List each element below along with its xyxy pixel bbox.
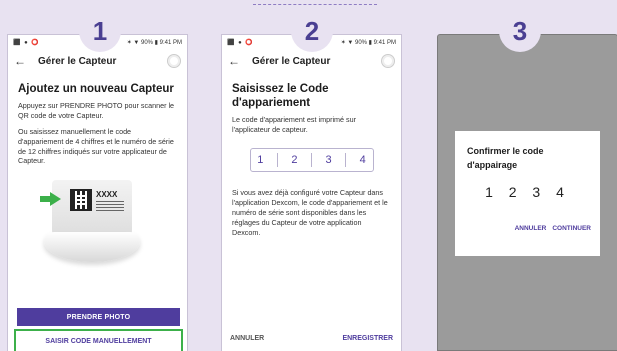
- footer-actions: ANNULER ENREGISTRER: [222, 335, 401, 342]
- phone-screen-2: ⬛ ● ⭕ ✶ ▼ 90% ▮ 9:41 PM ← Gérer le Capte…: [221, 34, 402, 351]
- dialog-code: 1 2 3 4: [485, 184, 570, 200]
- sensor-code-label: XXXX: [96, 190, 118, 200]
- dialog-cancel-button[interactable]: ANNULER: [515, 225, 547, 232]
- status-left: ⬛ ● ⭕: [227, 39, 254, 46]
- pairing-code-input[interactable]: 1 2 3 4: [249, 148, 374, 173]
- dashed-divider: [253, 4, 377, 5]
- page-title: Ajoutez un nouveau Capteur: [18, 83, 174, 95]
- page-title: Saisissez le Code d'appariement: [232, 83, 329, 109]
- app-bar: ← Gérer le Capteur: [222, 49, 401, 73]
- digit-separator: [345, 153, 347, 168]
- step-badge-3: 3: [499, 10, 541, 52]
- phone-screen-3: Confirmer le code d'appairage 1 2 3 4 AN…: [437, 34, 617, 351]
- green-arrow-icon: [40, 192, 61, 207]
- app-title: Gérer le Capteur: [252, 55, 331, 67]
- step-badge-2: 2: [291, 10, 333, 52]
- step-badge-1: 1: [79, 10, 121, 52]
- instruction-manual: Ou saisissez manuellement le code d'appa…: [18, 126, 174, 166]
- status-right: ✶ ▼ 90% ▮ 9:41 PM: [340, 39, 396, 46]
- save-button[interactable]: ENREGISTRER: [342, 335, 393, 342]
- code-location-text: Le code d'appariement est imprimé sur l'…: [232, 114, 357, 134]
- sensor-base: [44, 232, 140, 263]
- digit-separator: [276, 153, 278, 168]
- phone-screen-1: ⬛ ● ⭕ ✶ ▼ 90% ▮ 9:41 PM ← Gérer le Capte…: [7, 34, 188, 351]
- dialog-actions: ANNULER CONTINUER: [515, 225, 591, 232]
- sensor-illustration: XXXX: [18, 172, 177, 272]
- app-bar: ← Gérer le Capteur: [8, 49, 187, 73]
- code-digit-4: 4: [359, 154, 366, 167]
- confirm-code-dialog: Confirmer le code d'appairage 1 2 3 4 AN…: [455, 131, 600, 256]
- sensor-ring-icon: [167, 54, 181, 68]
- instruction-scan: Appuyez sur PRENDRE PHOTO pour scanner l…: [18, 100, 175, 120]
- back-arrow-icon[interactable]: ←: [228, 54, 246, 68]
- serial-lines: [96, 201, 124, 212]
- cancel-button[interactable]: ANNULER: [230, 335, 264, 342]
- back-arrow-icon[interactable]: ←: [14, 54, 32, 68]
- code-digit-2: 2: [291, 154, 298, 167]
- dexcom-info-text: Si vous avez déjà configuré votre Capteu…: [232, 188, 388, 238]
- status-left: ⬛ ● ⭕: [13, 39, 40, 46]
- code-digit-1: 1: [257, 154, 264, 167]
- status-right: ✶ ▼ 90% ▮ 9:41 PM: [126, 39, 182, 46]
- app-title: Gérer le Capteur: [38, 55, 117, 67]
- code-digit-3: 3: [325, 154, 332, 167]
- dialog-continue-button[interactable]: CONTINUER: [552, 225, 591, 232]
- enter-code-manually-button[interactable]: SAISIR CODE MANUELLEMENT: [14, 329, 183, 351]
- digit-separator: [311, 153, 312, 168]
- take-photo-button[interactable]: PRENDRE PHOTO: [17, 308, 180, 326]
- sensor-ring-icon: [381, 54, 395, 68]
- qr-code-icon: [70, 189, 92, 212]
- dialog-title: Confirmer le code d'appairage: [467, 146, 544, 170]
